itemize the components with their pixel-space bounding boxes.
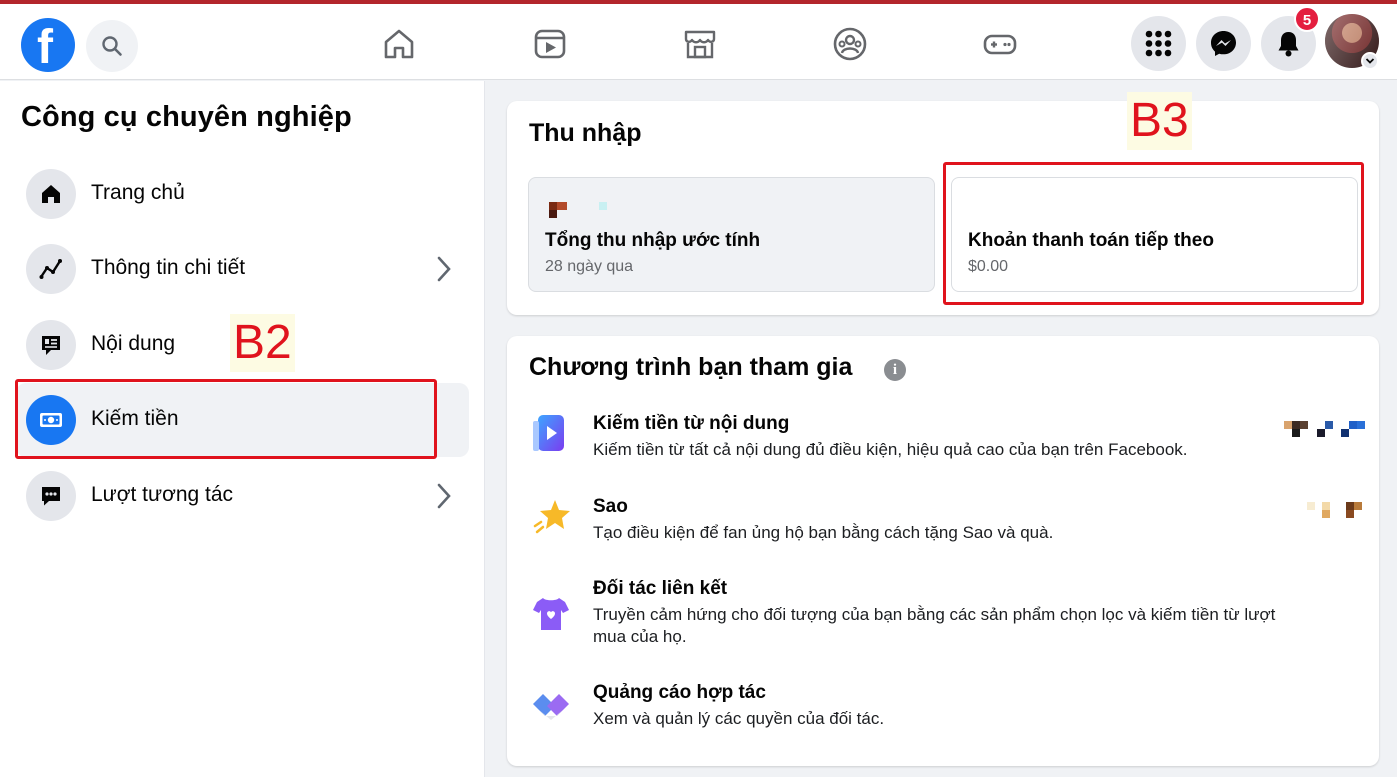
estimated-earnings-title: Tổng thu nhập ước tính xyxy=(545,230,761,251)
censored-pixel xyxy=(1292,421,1300,429)
chevron-down-icon xyxy=(1365,58,1375,64)
censored-pixel xyxy=(1300,421,1308,429)
censored-pixel xyxy=(1284,421,1292,429)
program-description: Xem và quản lý các quyền của đối tác. xyxy=(593,709,885,728)
chat-icon xyxy=(42,487,60,506)
censored-pixel xyxy=(1357,421,1365,429)
censored-pixel xyxy=(1341,429,1349,437)
annotation-label-b3: B3 xyxy=(1127,92,1192,150)
nav-marketplace[interactable] xyxy=(680,24,720,64)
programs-card: Chương trình bạn tham gia Kiếm tiền từ n… xyxy=(507,336,1379,766)
menu-grid-icon xyxy=(1145,30,1172,57)
program-title: Kiếm tiền từ nội dung xyxy=(593,413,790,434)
sidebar-item-home[interactable]: Trang chủ xyxy=(16,157,469,231)
menu-button[interactable] xyxy=(1131,16,1186,71)
censored-pixel xyxy=(1346,502,1354,510)
annotation-label-b2: B2 xyxy=(230,314,295,372)
censored-pixel xyxy=(1349,421,1357,429)
program-item[interactable]: Quảng cáo hợp tác Xem và quản lý các quy… xyxy=(529,682,1359,742)
censored-pixel xyxy=(1317,429,1325,437)
censored-pixel xyxy=(549,210,557,218)
insights-icon xyxy=(39,259,62,279)
sidebar-item-label: Nội dung xyxy=(91,332,176,355)
sidebar-item-label: Trang chủ xyxy=(91,181,185,204)
marketplace-icon xyxy=(684,30,716,59)
bell-icon xyxy=(1278,32,1299,57)
nav-gaming[interactable] xyxy=(980,24,1020,64)
estimated-earnings-tile[interactable]: Tổng thu nhập ước tính 28 ngày qua xyxy=(528,177,935,292)
home-icon-circle xyxy=(26,169,76,219)
account-menu-chevron[interactable] xyxy=(1361,52,1379,70)
program-item[interactable]: Đối tác liên kết Truyền cảm hứng cho đối… xyxy=(529,578,1359,658)
top-navigation-bar: f xyxy=(0,4,1397,80)
logo-letter: f xyxy=(37,21,53,74)
partnership-ads-icon xyxy=(533,694,569,720)
censored-pixel xyxy=(1325,421,1333,429)
annotation-box-b2 xyxy=(15,379,437,459)
estimated-earnings-period: 28 ngày qua xyxy=(545,258,634,275)
content-icon-circle xyxy=(26,320,76,370)
program-title: Đối tác liên kết xyxy=(593,578,728,599)
program-description: Truyền cảm hứng cho đối tượng của bạn bằ… xyxy=(593,605,1276,646)
program-description: Kiếm tiền từ tất cả nội dung đủ điều kiệ… xyxy=(593,440,1188,459)
sidebar-item-label: Thông tin chi tiết xyxy=(91,256,246,279)
chevron-right-icon xyxy=(437,483,451,509)
groups-icon xyxy=(833,27,867,61)
censored-pixel xyxy=(1307,502,1315,510)
sidebar-item-label: Lượt tương tác xyxy=(91,483,234,506)
chevron-right-icon xyxy=(437,256,451,282)
censored-pixel xyxy=(549,202,557,210)
home-icon xyxy=(384,29,414,59)
messenger-icon xyxy=(1211,31,1236,56)
program-title: Sao xyxy=(593,496,628,517)
home-icon xyxy=(42,185,60,203)
notification-count-badge: 5 xyxy=(1294,6,1320,32)
censored-pixel xyxy=(1346,510,1354,518)
facebook-logo[interactable]: f xyxy=(21,18,75,74)
chat-icon-circle xyxy=(26,471,76,521)
censored-pixel xyxy=(1292,429,1300,437)
program-title: Quảng cáo hợp tác xyxy=(593,682,766,703)
search-icon xyxy=(102,36,122,56)
censored-pixel xyxy=(1322,510,1330,518)
info-icon[interactable]: i xyxy=(884,359,906,381)
content-monetization-icon xyxy=(533,415,564,451)
nav-groups[interactable] xyxy=(830,24,870,64)
insights-icon-circle xyxy=(26,244,76,294)
income-title: Thu nhập xyxy=(529,119,642,147)
sidebar-title: Công cụ chuyên nghiệp xyxy=(21,101,352,133)
content-icon xyxy=(42,336,60,355)
sidebar-item-engagement[interactable]: Lượt tương tác xyxy=(16,459,469,533)
gaming-icon xyxy=(983,34,1017,55)
program-item[interactable]: Kiếm tiền từ nội dung Kiếm tiền từ tất c… xyxy=(529,413,1359,473)
program-item[interactable]: Sao Tạo điều kiện để fan ủng hộ bạn bằng… xyxy=(529,496,1359,556)
censored-pixel xyxy=(1354,502,1362,510)
watch-icon xyxy=(534,29,566,59)
censored-pixel xyxy=(1322,502,1330,510)
annotation-box-b3 xyxy=(943,162,1364,305)
affiliate-shirt-icon xyxy=(533,598,569,630)
nav-home[interactable] xyxy=(379,24,419,64)
nav-watch[interactable] xyxy=(530,24,570,64)
messenger-button[interactable] xyxy=(1196,16,1251,71)
search-button[interactable] xyxy=(86,20,138,72)
programs-title: Chương trình bạn tham gia xyxy=(529,353,853,381)
sidebar-item-insights[interactable]: Thông tin chi tiết xyxy=(16,232,469,306)
program-description: Tạo điều kiện để fan ủng hộ bạn bằng các… xyxy=(593,523,1054,542)
censored-pixel xyxy=(557,202,567,210)
censored-pixel xyxy=(599,202,607,210)
stars-icon xyxy=(533,500,570,534)
